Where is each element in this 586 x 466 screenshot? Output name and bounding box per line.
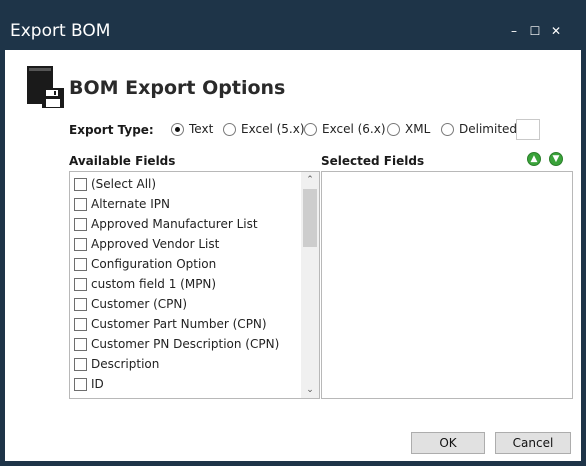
list-item-label: Approved Vendor List xyxy=(91,237,220,251)
checkbox[interactable] xyxy=(74,197,87,211)
checkbox[interactable] xyxy=(74,297,87,311)
radio-text[interactable]: Text xyxy=(171,120,213,138)
list-item[interactable]: Alternate IPN xyxy=(74,194,170,214)
checkbox[interactable] xyxy=(74,357,87,371)
list-item-label: Alternate IPN xyxy=(91,197,170,211)
selected-fields-list[interactable] xyxy=(321,171,573,399)
radio-button[interactable] xyxy=(304,122,317,136)
window-title: Export BOM xyxy=(10,21,111,41)
checkbox[interactable] xyxy=(74,177,87,191)
move-up-icon[interactable]: ▲ xyxy=(527,152,541,166)
radio-label: Excel (5.x) xyxy=(241,122,305,136)
minimize-button[interactable]: – xyxy=(507,24,521,38)
radio-delimited[interactable]: Delimited xyxy=(441,120,517,138)
scrollbar-thumb[interactable] xyxy=(303,189,317,247)
list-item[interactable]: Approved Manufacturer List xyxy=(74,214,258,234)
page-title: BOM Export Options xyxy=(69,77,286,99)
list-item-label: Description xyxy=(91,357,160,371)
move-down-icon[interactable]: ▼ xyxy=(549,152,563,166)
list-item[interactable]: Description xyxy=(74,354,159,374)
checkbox[interactable] xyxy=(74,217,87,231)
radio-label: Delimited xyxy=(459,122,518,136)
list-item-label: Customer Part Number (CPN) xyxy=(91,317,267,331)
export-type-label: Export Type: xyxy=(69,123,154,137)
checkbox[interactable] xyxy=(74,337,87,351)
radio-xml[interactable]: XML xyxy=(387,120,430,138)
list-item[interactable]: Customer Part Number (CPN) xyxy=(74,314,267,334)
radio-label: Text xyxy=(189,122,214,136)
list-item[interactable]: (Select All) xyxy=(74,174,156,194)
cancel-button[interactable]: Cancel xyxy=(495,432,571,454)
title-bar[interactable]: Export BOM – ☐ ✕ xyxy=(0,0,586,50)
radio-button[interactable] xyxy=(387,122,400,136)
scroll-down-icon[interactable]: ⌄ xyxy=(301,382,319,398)
radio-excel-5x[interactable]: Excel (5.x) xyxy=(223,120,305,138)
list-item-label: Customer (CPN) xyxy=(91,297,188,311)
radio-excel-6x[interactable]: Excel (6.x) xyxy=(304,120,386,138)
list-item-label: (Select All) xyxy=(91,177,157,191)
radio-button[interactable] xyxy=(171,122,184,136)
list-item[interactable]: Customer (CPN) xyxy=(74,294,187,314)
radio-label: Excel (6.x) xyxy=(322,122,386,136)
checkbox[interactable] xyxy=(74,237,87,251)
scroll-up-icon[interactable]: ⌃ xyxy=(301,172,319,188)
vertical-scrollbar[interactable]: ⌃ ⌄ xyxy=(301,172,319,398)
list-item-label: Configuration Option xyxy=(91,257,217,271)
maximize-button[interactable]: ☐ xyxy=(528,24,542,38)
export-bom-window: Export BOM – ☐ ✕ BOM Export Options Expo… xyxy=(0,0,586,466)
checkbox[interactable] xyxy=(74,377,87,391)
list-item[interactable]: Configuration Option xyxy=(74,254,216,274)
checkbox[interactable] xyxy=(74,277,87,291)
list-item[interactable]: Customer PN Description (CPN) xyxy=(74,334,279,354)
ok-button[interactable]: OK xyxy=(411,432,485,454)
delimiter-input[interactable] xyxy=(516,119,540,140)
book-save-icon xyxy=(27,66,64,108)
list-item[interactable]: Approved Vendor List xyxy=(74,234,219,254)
checkbox[interactable] xyxy=(74,257,87,271)
radio-button[interactable] xyxy=(441,122,454,136)
radio-label: XML xyxy=(405,122,431,136)
available-fields-label: Available Fields xyxy=(69,154,176,168)
available-fields-list[interactable]: (Select All) Alternate IPN Approved Manu… xyxy=(69,171,320,399)
list-item-label: Approved Manufacturer List xyxy=(91,217,258,231)
close-button[interactable]: ✕ xyxy=(549,24,563,38)
list-item-label: custom field 1 (MPN) xyxy=(91,277,217,291)
list-item[interactable]: custom field 1 (MPN) xyxy=(74,274,216,294)
list-item-label: Customer PN Description (CPN) xyxy=(91,337,280,351)
dialog-content: BOM Export Options Export Type: Text Exc… xyxy=(5,50,581,461)
radio-button[interactable] xyxy=(223,122,236,136)
list-item[interactable]: ID xyxy=(74,374,104,394)
selected-fields-label: Selected Fields xyxy=(321,154,425,168)
checkbox[interactable] xyxy=(74,317,87,331)
list-item-label: ID xyxy=(91,377,104,391)
